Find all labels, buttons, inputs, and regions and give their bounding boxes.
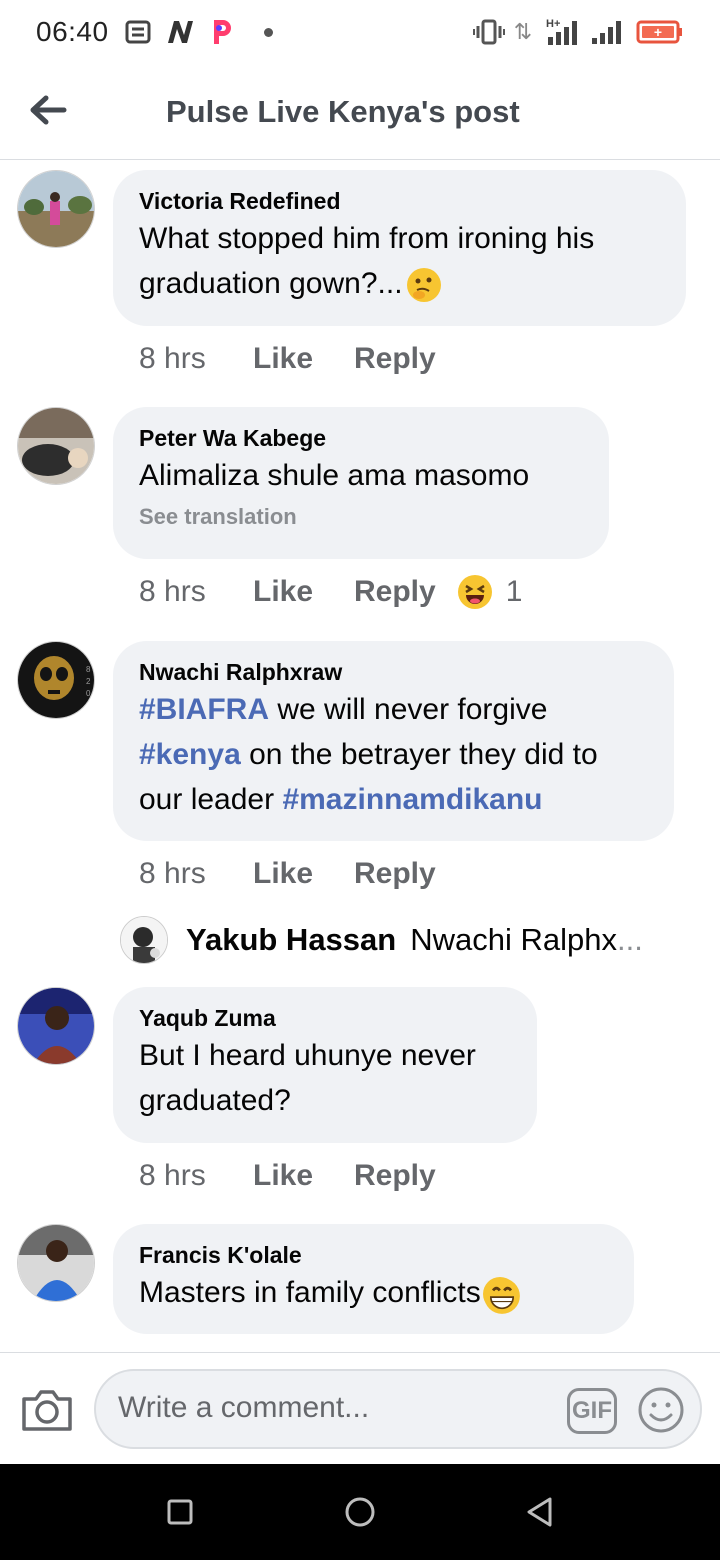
comment-text: But I heard uhunye never graduated? [139, 1039, 476, 1117]
comment-time: 8 hrs [139, 342, 206, 375]
circle-icon [345, 1497, 375, 1527]
recent-apps-button[interactable] [158, 1490, 202, 1534]
comment-actions: 8 hrs Like Reply [139, 1159, 436, 1193]
reply-author[interactable]: Yakub Hassan [186, 922, 396, 958]
p-app-icon [208, 18, 236, 46]
battery-low-icon: + [636, 18, 684, 46]
vibrate-icon [472, 18, 506, 46]
system-nav-bar [0, 1464, 720, 1560]
comment-time: 8 hrs [139, 1159, 206, 1192]
avatar[interactable] [17, 987, 95, 1065]
reply-button[interactable]: Reply [354, 1159, 436, 1193]
like-button[interactable]: Like [253, 342, 354, 376]
comment-placeholder: Write a comment... [118, 1391, 370, 1424]
comment-bubble[interactable]: Nwachi Ralphxraw #BIAFRA we will never f… [113, 641, 674, 841]
square-icon [167, 1499, 193, 1525]
hashtag-link[interactable]: #mazinnamdikanu [282, 783, 542, 816]
comment-actions: 8 hrs Like Reply [139, 342, 436, 376]
notification-dot-icon [262, 18, 274, 46]
reply-snippet: Nwachi Ralphx [410, 922, 617, 957]
comment-composer: Write a comment... GIF [0, 1352, 720, 1464]
comment-bubble[interactable]: Peter Wa Kabege Alimaliza shule ama maso… [113, 407, 609, 559]
data-transfer-icon: ⇅ [513, 19, 533, 44]
comment-author[interactable]: Francis K'olale [139, 1240, 608, 1270]
comment-bubble[interactable]: Francis K'olale Masters in family confli… [113, 1224, 634, 1334]
comment-author[interactable]: Peter Wa Kabege [139, 423, 583, 453]
reply-button[interactable]: Reply [354, 575, 436, 609]
svg-text:+: + [654, 24, 662, 40]
emoji-button[interactable] [636, 1385, 686, 1435]
svg-text:H+: H+ [546, 18, 560, 30]
n-app-icon [164, 18, 196, 46]
comment-time: 8 hrs [139, 575, 206, 608]
comment-bubble[interactable]: Yaqub Zuma But I heard uhunye never grad… [113, 987, 537, 1143]
signal-hplus-icon: H+ [544, 18, 584, 46]
reply-button[interactable]: Reply [354, 342, 436, 376]
hashtag-link[interactable]: #kenya [139, 738, 241, 771]
status-time: 06:40 [36, 16, 109, 47]
comment-actions: 8 hrs Like Reply [139, 857, 436, 891]
thinking-face-icon [406, 268, 441, 303]
home-button[interactable] [338, 1490, 382, 1534]
comment-actions: 8 hrs Like Reply 1 [139, 575, 522, 609]
comment-author[interactable]: Yaqub Zuma [139, 1003, 511, 1033]
hashtag-link[interactable]: #BIAFRA [139, 693, 269, 726]
reaction-summary[interactable]: 1 [457, 575, 523, 609]
avatar[interactable] [17, 407, 95, 485]
grinning-face-icon [482, 1277, 520, 1314]
avatar[interactable] [17, 1224, 95, 1302]
status-bar: 06:40 ⇅ H+ + [0, 0, 720, 66]
comment-bubble[interactable]: Victoria Redefined What stopped him from… [113, 170, 686, 326]
reply-ellipsis: ... [616, 922, 643, 957]
comment-time: 8 hrs [139, 857, 206, 890]
avatar[interactable]: 8 2 0 [17, 641, 95, 719]
camera-button[interactable] [20, 1385, 74, 1433]
gif-button[interactable]: GIF [567, 1388, 617, 1434]
camera-icon [22, 1390, 72, 1431]
haha-reaction-icon [457, 575, 492, 609]
comment-text: What stopped him from ironing his gradua… [139, 216, 660, 306]
comment-author[interactable]: Victoria Redefined [139, 186, 660, 216]
notes-icon [124, 18, 152, 46]
reply-button[interactable]: Reply [354, 857, 436, 891]
triangle-back-icon [527, 1497, 552, 1527]
comment-text: Alimaliza shule ama masomo [139, 459, 530, 492]
like-button[interactable]: Like [253, 575, 354, 609]
avatar [120, 916, 168, 964]
reaction-count: 1 [505, 575, 523, 608]
see-translation-link[interactable]: See translation [139, 504, 583, 530]
comment-text: Masters in family conflicts [139, 1270, 608, 1315]
smiley-icon [638, 1387, 684, 1433]
svg-text:2: 2 [86, 677, 91, 686]
signal-icon [590, 18, 626, 46]
svg-text:8: 8 [86, 665, 91, 674]
page-title: Pulse Live Kenya's post [166, 94, 520, 129]
like-button[interactable]: Like [253, 1159, 354, 1193]
arrow-left-icon [30, 95, 67, 125]
comment-text: #BIAFRA we will never forgive #kenya on … [139, 693, 598, 816]
avatar[interactable] [17, 170, 95, 248]
post-header: Pulse Live Kenya's post [0, 66, 720, 160]
like-button[interactable]: Like [253, 857, 354, 891]
system-back-button[interactable] [518, 1490, 562, 1534]
reply-preview[interactable]: Yakub Hassan Nwachi Ralphx... [120, 914, 643, 966]
comment-input[interactable]: Write a comment... GIF [94, 1369, 702, 1449]
svg-text:0: 0 [86, 689, 91, 698]
back-button[interactable] [26, 88, 70, 132]
comment-author[interactable]: Nwachi Ralphxraw [139, 657, 648, 687]
